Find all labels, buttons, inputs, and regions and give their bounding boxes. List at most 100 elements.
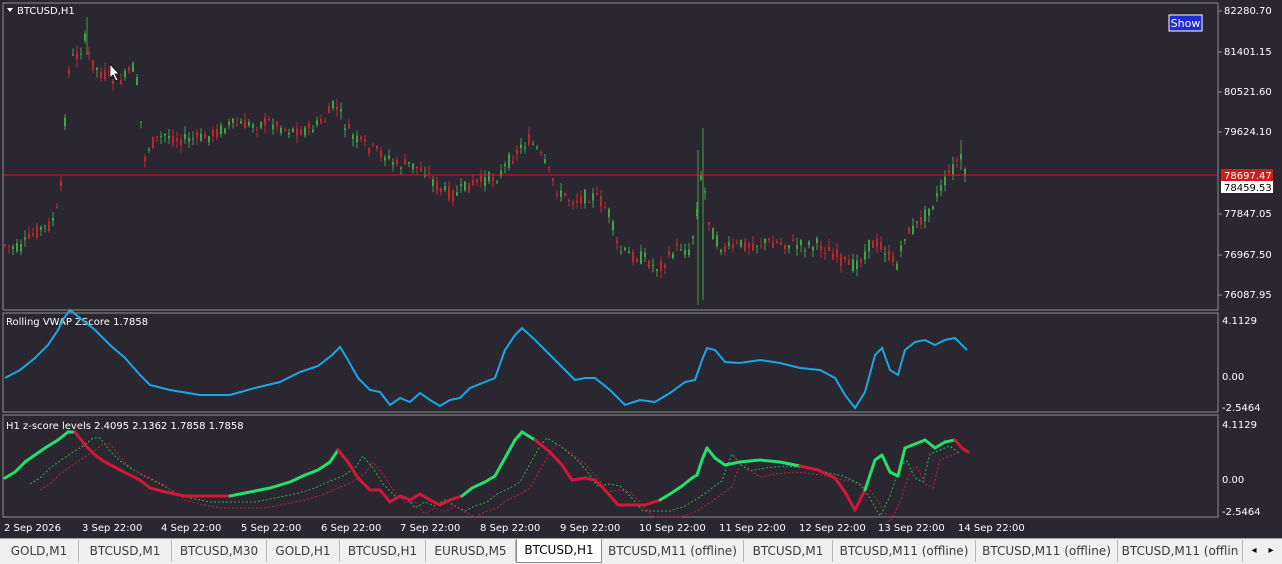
candle-body: [48, 221, 50, 231]
candle-body: [572, 202, 574, 205]
scroll-right-icon[interactable]: ▸: [1264, 542, 1278, 560]
candle-body: [752, 243, 754, 251]
candle-body: [616, 240, 618, 243]
candle-body: [176, 137, 178, 141]
candle-body: [748, 243, 750, 248]
price-axis-label: 82280.70: [1224, 6, 1272, 17]
candle-body: [516, 149, 518, 155]
candle-body: [112, 80, 114, 84]
candle-body: [904, 239, 906, 241]
candle-body: [260, 122, 262, 128]
candle-body: [392, 162, 394, 165]
candle-body: [220, 125, 222, 135]
indicator1-axis-label: 4.1129: [1222, 316, 1257, 327]
candle-body: [196, 132, 198, 137]
candle-body: [148, 149, 150, 151]
candle-body: [468, 182, 470, 193]
candle-body: [212, 129, 214, 137]
candle-body: [496, 181, 498, 183]
chart-area[interactable]: BTCUSD,H1 Show 82280.70 81401.15 80521.6…: [0, 0, 1282, 538]
show-button[interactable]: Show: [1168, 14, 1203, 32]
candle-body: [864, 251, 866, 260]
candle-body: [908, 227, 910, 234]
time-axis-label: 5 Sep 22:00: [241, 523, 301, 534]
candle-body: [180, 139, 182, 146]
candle-body: [100, 71, 102, 78]
candle-body: [284, 128, 286, 130]
candle-body: [556, 193, 558, 196]
candle-body: [660, 261, 662, 271]
candle-body: [88, 52, 90, 55]
candle-body: [636, 258, 638, 262]
chart-tab[interactable]: BTCUSD,M11 (offline): [833, 540, 976, 562]
candle-body: [680, 249, 682, 251]
chart-tab[interactable]: BTCUSD,M1: [79, 540, 172, 562]
chart-tab[interactable]: BTCUSD,M1: [744, 540, 833, 562]
candle-body: [336, 106, 338, 110]
candle-body: [328, 106, 330, 114]
candle-body: [136, 77, 138, 85]
candle-body: [708, 221, 710, 225]
candle-body: [780, 241, 782, 245]
candle-body: [672, 253, 674, 259]
candle-body: [532, 143, 534, 145]
candle-body: [524, 147, 526, 149]
candle-body: [920, 217, 922, 225]
candle-body: [416, 166, 418, 169]
candle-body: [384, 157, 386, 161]
candle-body: [56, 206, 58, 209]
time-axis-label: 13 Sep 22:00: [878, 523, 945, 534]
candle-body: [68, 69, 70, 75]
candle-body: [772, 242, 774, 249]
candle-body: [604, 207, 606, 209]
candle-body: [24, 237, 26, 240]
time-axis-label: 8 Sep 22:00: [480, 523, 540, 534]
candle-body: [656, 269, 658, 271]
chart-tab-active[interactable]: BTCUSD,H1: [516, 539, 602, 563]
price-axis-label: 80521.60: [1224, 87, 1272, 98]
candle-body: [932, 206, 934, 209]
candle-body: [84, 33, 86, 41]
candle-body: [652, 264, 654, 267]
candle-body: [676, 243, 678, 246]
chart-tab[interactable]: BTCUSD,H1: [340, 540, 426, 562]
candle-body: [204, 133, 206, 139]
terminal-window: BTCUSD,H1 Show 82280.70 81401.15 80521.6…: [0, 0, 1282, 564]
candle-body: [348, 124, 350, 129]
candle-body: [292, 128, 294, 132]
candle-body: [440, 188, 442, 193]
candle-body: [404, 159, 406, 165]
zscore-segment: [583, 476, 597, 482]
candle-body: [952, 164, 954, 175]
candle-body: [464, 181, 466, 191]
chart-tab[interactable]: BTCUSD,M11 (offline): [976, 540, 1118, 562]
candle-body: [480, 174, 482, 183]
candle-body: [476, 179, 478, 183]
price-axis-label: 76087.95: [1224, 290, 1272, 301]
indicator2-axis-label: -2.5464: [1222, 507, 1261, 518]
chart-tab[interactable]: BTCUSD,M11 (offlin: [1118, 540, 1243, 562]
candle-body: [380, 150, 382, 158]
candle-body: [600, 196, 602, 207]
chart-tab[interactable]: BTCUSD,M11 (offline): [602, 540, 744, 562]
candle-body: [272, 124, 274, 130]
symbol-label: BTCUSD,H1: [17, 6, 75, 17]
zscore-segment: [570, 476, 587, 482]
candle-body: [340, 109, 342, 112]
candle-body: [96, 67, 98, 70]
candle-body: [552, 178, 554, 182]
candle-body: [612, 221, 614, 231]
candle-body: [644, 252, 646, 257]
candle-body: [172, 136, 174, 144]
scroll-left-icon[interactable]: ◂: [1247, 542, 1261, 560]
chart-tab[interactable]: BTCUSD,M30: [172, 540, 267, 562]
chart-tab[interactable]: GOLD,H1: [267, 540, 340, 562]
time-axis-label: 6 Sep 22:00: [321, 523, 381, 534]
chart-tab[interactable]: EURUSD,M5: [426, 540, 516, 562]
candle-body: [576, 200, 578, 203]
indicator1-axis-label: -2.5464: [1222, 403, 1261, 414]
chart-tab[interactable]: GOLD,M1: [0, 540, 79, 562]
candle-body: [520, 144, 522, 149]
show-button-label[interactable]: Show: [1171, 17, 1201, 30]
candle-body: [536, 147, 538, 149]
